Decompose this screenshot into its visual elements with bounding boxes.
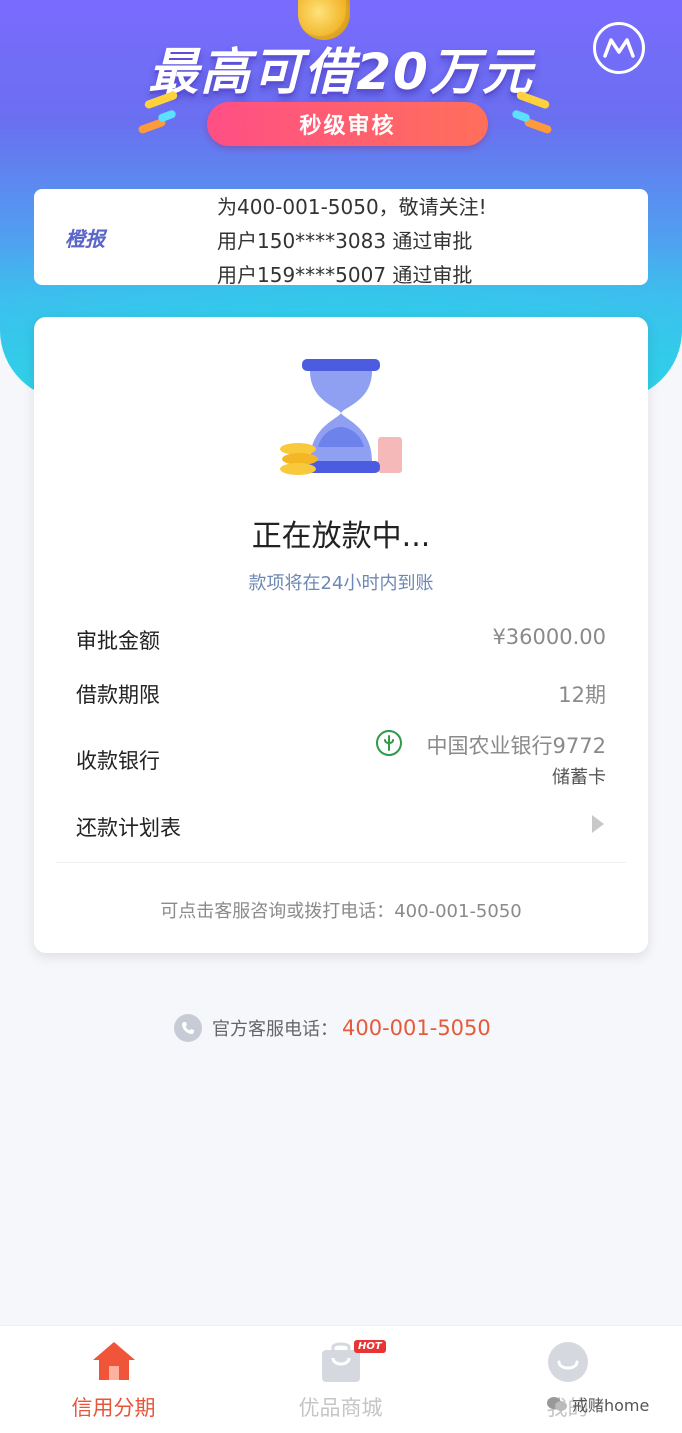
divider bbox=[56, 862, 626, 863]
loan-term-label: 借款期限 bbox=[76, 683, 160, 707]
bank-card-type: 储蓄卡 bbox=[552, 767, 606, 788]
bottom-nav: 信用分期 HOT 优品商城 我的 bbox=[0, 1325, 682, 1433]
hot-badge: HOT bbox=[354, 1340, 386, 1353]
status-title: 正在放款中... bbox=[251, 519, 431, 554]
nav-item-mall[interactable]: HOT 优品商城 bbox=[227, 1326, 454, 1433]
receiving-bank-value: 中国农业银行9772 bbox=[426, 734, 606, 758]
approved-amount-label: 审批金额 bbox=[76, 629, 160, 653]
agricultural-bank-icon bbox=[376, 730, 402, 756]
wechat-icon bbox=[546, 1396, 568, 1412]
ticker-line: 用户150****3083 通过审批 bbox=[217, 229, 473, 253]
confetti-decoration bbox=[511, 109, 531, 123]
phone-icon bbox=[174, 1014, 202, 1042]
nav-label: 信用分期 bbox=[71, 1396, 156, 1420]
loan-term-value: 12期 bbox=[558, 683, 606, 707]
banner-title: 最高可借20万元 bbox=[148, 43, 534, 101]
chevron-right-icon[interactable] bbox=[592, 815, 604, 833]
service-label: 官方客服电话： bbox=[212, 1019, 338, 1040]
repayment-plan-link[interactable]: 还款计划表 bbox=[76, 812, 181, 842]
confetti-decoration bbox=[157, 109, 177, 123]
user-icon bbox=[547, 1342, 588, 1382]
watermark: 戒赌home bbox=[546, 1392, 649, 1416]
receiving-bank-label: 收款银行 bbox=[76, 749, 160, 773]
approved-amount-value: ¥36000.00 bbox=[492, 625, 606, 649]
help-text[interactable]: 可点击客服咨询或拨打电话：400-001-5050 bbox=[34, 897, 648, 923]
home-icon bbox=[92, 1342, 135, 1380]
watermark-text: 戒赌home bbox=[572, 1396, 650, 1415]
news-ticker: 橙报 为400-001-5050，敬请关注! 用户150****3083 通过审… bbox=[34, 189, 648, 285]
ticker-line: 用户159****5007 通过审批 bbox=[217, 263, 473, 285]
m-logo-icon[interactable] bbox=[593, 22, 645, 74]
loan-status-card: 正在放款中... 款项将在24小时内到账 审批金额 ¥36000.00 借款期限… bbox=[34, 317, 648, 953]
nav-item-mine[interactable]: 我的 bbox=[454, 1326, 681, 1433]
service-phone-number[interactable]: 400-001-5050 bbox=[342, 1016, 491, 1040]
status-subtitle: 款项将在24小时内到账 bbox=[248, 573, 434, 594]
nav-item-credit-installment[interactable]: 信用分期 bbox=[0, 1326, 227, 1433]
ticker-tag: 橙报 bbox=[65, 227, 105, 251]
nav-label: 优品商城 bbox=[298, 1396, 383, 1420]
ticker-line: 为400-001-5050，敬请关注! bbox=[217, 195, 487, 219]
official-service-phone[interactable]: 官方客服电话： 400-001-5050 bbox=[174, 1014, 491, 1042]
instant-review-pill[interactable]: 秒级审核 bbox=[207, 102, 488, 146]
hourglass-icon bbox=[280, 359, 402, 475]
